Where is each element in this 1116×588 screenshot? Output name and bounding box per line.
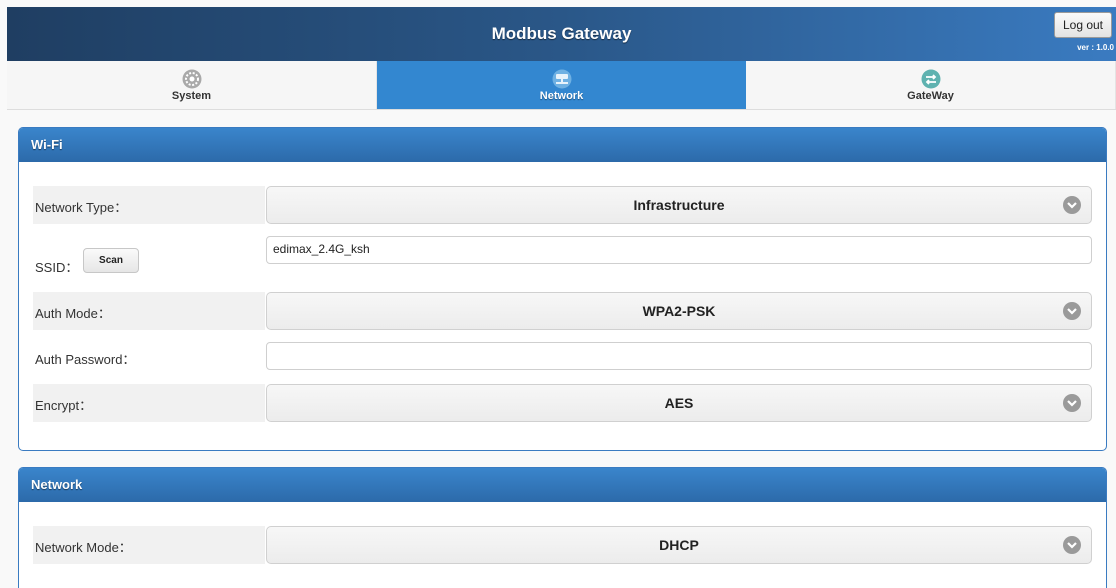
chevron-down-icon — [1063, 394, 1081, 412]
encrypt-label: Encrypt： — [35, 398, 93, 413]
tab-network[interactable]: Network — [377, 61, 746, 109]
main-nav: System Network GateWay — [7, 61, 1116, 110]
auth-mode-label: Auth Mode： — [35, 306, 111, 321]
tab-system-label: System — [171, 90, 212, 102]
app-title: Modbus Gateway — [491, 24, 632, 43]
logout-button[interactable]: Log out — [1054, 12, 1112, 38]
auth-mode-row: Auth Mode： WPA2-PSK — [33, 292, 1092, 330]
version-label: ver : 1.0.0 — [1077, 43, 1114, 52]
network-type-row: Network Type： Infrastructure — [33, 186, 1092, 224]
network-type-label: Network Type： — [35, 200, 128, 215]
tab-system[interactable]: System — [7, 61, 377, 109]
exchange-arrows-icon — [921, 69, 940, 89]
chevron-down-icon — [1063, 196, 1081, 214]
network-mode-label: Network Mode： — [35, 540, 132, 555]
network-panel-title: Network — [19, 468, 1106, 502]
encrypt-value: AES — [664, 395, 694, 411]
network-mode-row: Network Mode： DHCP — [33, 526, 1092, 564]
gear-icon — [182, 69, 201, 89]
ssid-row: SSID： Scan edimax_2.4G_ksh — [33, 236, 1092, 275]
network-panel: Network Network Mode： DHCP — [18, 467, 1107, 588]
encrypt-row: Encrypt： AES — [33, 384, 1092, 422]
auth-mode-select[interactable]: WPA2-PSK — [266, 292, 1092, 330]
auth-password-label: Auth Password： — [35, 352, 136, 367]
encrypt-select[interactable]: AES — [266, 384, 1092, 422]
network-type-select[interactable]: Infrastructure — [266, 186, 1092, 224]
network-type-value: Infrastructure — [633, 197, 725, 213]
wifi-panel-title: Wi-Fi — [19, 128, 1106, 162]
network-icon — [552, 69, 571, 89]
chevron-down-icon — [1063, 302, 1081, 320]
tab-gateway-label: GateWay — [907, 90, 954, 102]
ssid-label: SSID： — [35, 260, 79, 275]
auth-mode-value: WPA2-PSK — [642, 303, 716, 319]
network-mode-select[interactable]: DHCP — [266, 526, 1092, 564]
auth-password-input[interactable] — [266, 342, 1092, 370]
auth-password-row: Auth Password： — [33, 342, 1092, 372]
tab-network-label: Network — [539, 90, 584, 102]
wifi-panel: Wi-Fi Network Type： Infrastructure SSID：… — [18, 127, 1107, 451]
ssid-input[interactable]: edimax_2.4G_ksh — [266, 236, 1092, 264]
network-mode-value: DHCP — [659, 537, 699, 553]
app-header: Modbus Gateway Log out ver : 1.0.0 — [7, 7, 1116, 61]
scan-button[interactable]: Scan — [83, 248, 139, 273]
chevron-down-icon — [1063, 536, 1081, 554]
tab-gateway[interactable]: GateWay — [746, 61, 1116, 109]
